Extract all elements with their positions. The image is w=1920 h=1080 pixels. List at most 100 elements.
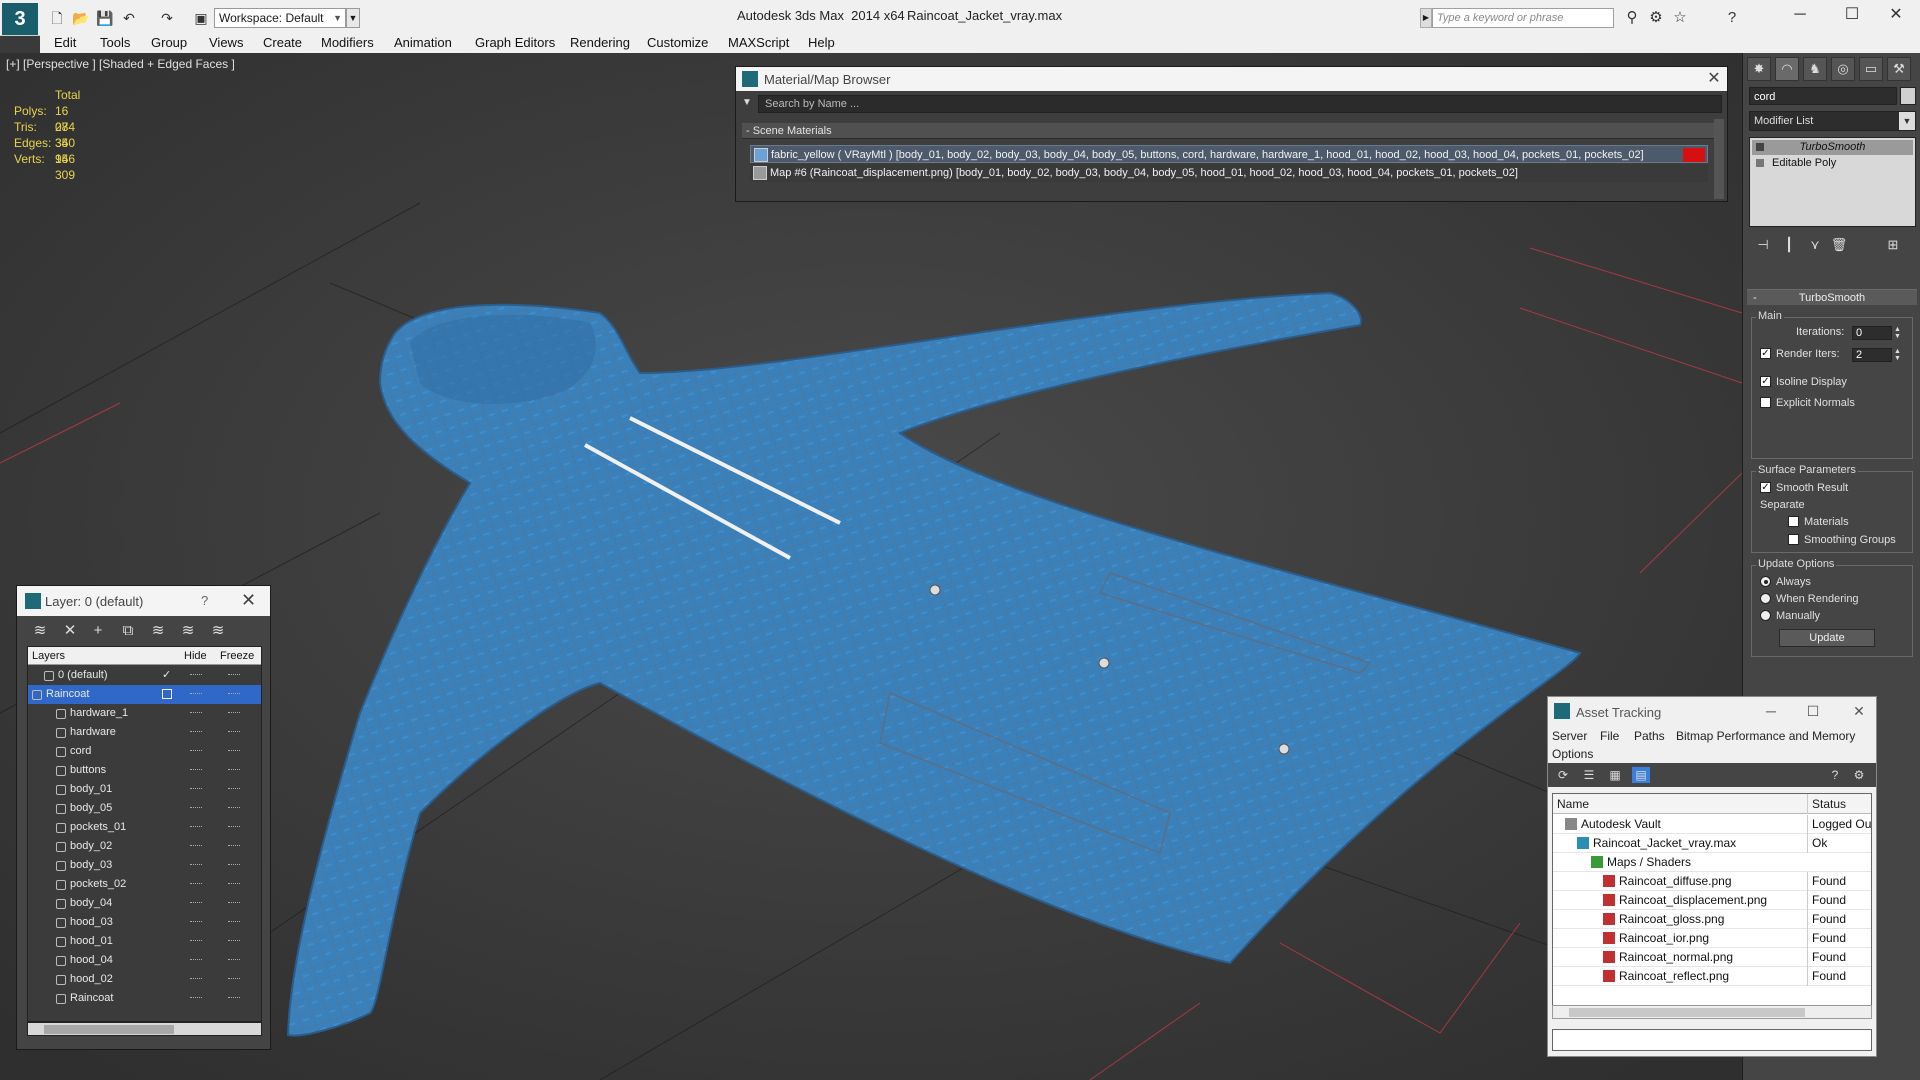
select-objects-icon[interactable]: ⧉: [117, 620, 139, 642]
asset-row[interactable]: Raincoat_Jacket_vray.max Ok: [1553, 834, 1871, 853]
asset-row[interactable]: Raincoat_gloss.png Found: [1553, 910, 1871, 929]
freeze-toggle[interactable]: [228, 712, 240, 714]
freeze-toggle[interactable]: [228, 693, 240, 695]
hide-toggle[interactable]: [190, 883, 202, 885]
freeze-toggle[interactable]: [228, 750, 240, 752]
hide-toggle[interactable]: [190, 978, 202, 980]
close-icon[interactable]: ✕: [1844, 701, 1874, 721]
menu-modifiers[interactable]: Modifiers: [321, 35, 374, 50]
add-to-layer-icon[interactable]: +: [87, 620, 109, 642]
layer-row[interactable]: hood_02: [28, 970, 261, 989]
menu-paths[interactable]: Paths: [1634, 729, 1665, 743]
delete-layer-icon[interactable]: ✕: [59, 620, 81, 642]
hide-toggle[interactable]: [190, 959, 202, 961]
layer-row[interactable]: hardware: [28, 723, 261, 742]
configure-modifier-sets-icon[interactable]: ⊞: [1883, 236, 1903, 254]
layer-row[interactable]: hardware_1: [28, 704, 261, 723]
save-file-icon[interactable]: 💾: [96, 9, 114, 27]
search-input[interactable]: Type a keyword or phrase: [1432, 8, 1614, 28]
asset-row[interactable]: Raincoat_ior.png Found: [1553, 929, 1871, 948]
workspace-select[interactable]: Workspace: Default ▼: [214, 8, 346, 28]
object-name-field[interactable]: cord: [1749, 87, 1897, 105]
minimize-icon[interactable]: ─: [1780, 4, 1820, 26]
column-header-name[interactable]: Name: [1557, 794, 1589, 814]
material-search-input[interactable]: Search by Name ...: [758, 95, 1722, 113]
layer-row[interactable]: body_02: [28, 837, 261, 856]
help-icon[interactable]: ?: [1722, 9, 1742, 27]
smooth-result-checkbox[interactable]: ✓: [1760, 482, 1771, 493]
redo-icon[interactable]: ↷: [158, 9, 176, 27]
hide-toggle[interactable]: [190, 997, 202, 999]
layer-row[interactable]: pockets_01: [28, 818, 261, 837]
undo-icon[interactable]: ↶: [120, 9, 138, 27]
workspace-dropdown-button[interactable]: ▼: [346, 8, 360, 28]
freeze-toggle[interactable]: [228, 845, 240, 847]
scrollbar-thumb[interactable]: [1569, 1008, 1805, 1017]
hide-toggle[interactable]: [190, 826, 202, 828]
help-icon[interactable]: ?: [1826, 767, 1844, 783]
layer-row[interactable]: hood_01: [28, 932, 261, 951]
layer-row[interactable]: cord: [28, 742, 261, 761]
close-icon[interactable]: ✕: [241, 590, 256, 611]
layer-row[interactable]: Raincoat: [28, 685, 261, 704]
project-folder-icon[interactable]: ▣: [192, 9, 210, 27]
layer-row[interactable]: hood_03: [28, 913, 261, 932]
freeze-toggle[interactable]: [228, 997, 240, 999]
hide-all-layers-icon[interactable]: ≋: [177, 620, 199, 642]
menu-views[interactable]: Views: [209, 35, 243, 50]
column-header-layers[interactable]: Layers: [32, 647, 65, 665]
open-file-icon[interactable]: 📂: [72, 9, 90, 27]
menu-edit[interactable]: Edit: [54, 35, 76, 50]
lightbulb-icon[interactable]: [1756, 143, 1764, 151]
hide-toggle[interactable]: [190, 902, 202, 904]
render-iters-checkbox[interactable]: ✓: [1760, 348, 1771, 359]
freeze-toggle[interactable]: [228, 940, 240, 942]
asset-row[interactable]: Maps / Shaders: [1553, 853, 1871, 872]
asset-row[interactable]: Raincoat_diffuse.png Found: [1553, 872, 1871, 891]
asset-row[interactable]: Raincoat_displacement.png Found: [1553, 891, 1871, 910]
close-icon[interactable]: ✕: [1704, 69, 1724, 89]
stack-item-editable-poly[interactable]: Editable Poly: [1752, 156, 1913, 171]
layer-list-scrollbar[interactable]: [27, 1022, 262, 1036]
freeze-toggle[interactable]: [228, 826, 240, 828]
layer-row[interactable]: buttons: [28, 761, 261, 780]
expand-icon[interactable]: [1756, 159, 1764, 167]
app-logo-icon[interactable]: 3: [2, 3, 38, 35]
menu-customize[interactable]: Customize: [647, 35, 708, 50]
new-file-icon[interactable]: 🗋: [48, 9, 66, 27]
maximize-icon[interactable]: ☐: [1832, 4, 1872, 26]
freeze-toggle[interactable]: [228, 769, 240, 771]
spinner-arrows-icon[interactable]: ▲ ▼: [1893, 326, 1902, 340]
asset-path-field[interactable]: [1552, 1029, 1872, 1051]
hide-toggle[interactable]: [190, 788, 202, 790]
freeze-toggle[interactable]: [228, 788, 240, 790]
highlight-layer-icon[interactable]: ≋: [147, 620, 169, 642]
hide-toggle[interactable]: [190, 921, 202, 923]
menu-help[interactable]: Help: [808, 35, 835, 50]
hierarchy-tab-icon[interactable]: ♞: [1803, 57, 1827, 81]
create-layer-icon[interactable]: ≋: [29, 620, 51, 642]
render-iters-spinner[interactable]: 2: [1852, 348, 1892, 362]
menu-create[interactable]: Create: [263, 35, 302, 50]
stack-item-turbosmooth[interactable]: TurboSmooth: [1752, 140, 1913, 155]
search-options-icon[interactable]: ▼: [742, 97, 752, 108]
menu-maxscript[interactable]: MAXScript: [728, 35, 789, 50]
layer-row[interactable]: body_04: [28, 894, 261, 913]
separate-smoothing-groups-checkbox[interactable]: [1788, 534, 1799, 545]
refresh-icon[interactable]: ⟳: [1554, 767, 1572, 783]
iterations-spinner[interactable]: 0: [1852, 326, 1892, 340]
hide-toggle[interactable]: [190, 864, 202, 866]
menu-file[interactable]: File: [1600, 729, 1619, 743]
modify-tab-icon[interactable]: ◠: [1775, 57, 1799, 81]
freeze-toggle[interactable]: [228, 731, 240, 733]
modifier-list-select[interactable]: Modifier List ▼: [1749, 111, 1916, 131]
asset-table-scrollbar[interactable]: [1552, 1005, 1872, 1019]
menu-animation[interactable]: Animation: [394, 35, 452, 50]
layer-row[interactable]: 0 (default) ✓: [28, 666, 261, 685]
asset-row[interactable]: Raincoat_reflect.png Found: [1553, 967, 1871, 986]
column-header-hide[interactable]: Hide: [184, 647, 207, 665]
search-expand-icon[interactable]: ▶: [1420, 8, 1432, 28]
layer-row[interactable]: Raincoat: [28, 989, 261, 1008]
asset-row[interactable]: Raincoat_normal.png Found: [1553, 948, 1871, 967]
current-layer-check-icon[interactable]: ✓: [162, 666, 171, 685]
